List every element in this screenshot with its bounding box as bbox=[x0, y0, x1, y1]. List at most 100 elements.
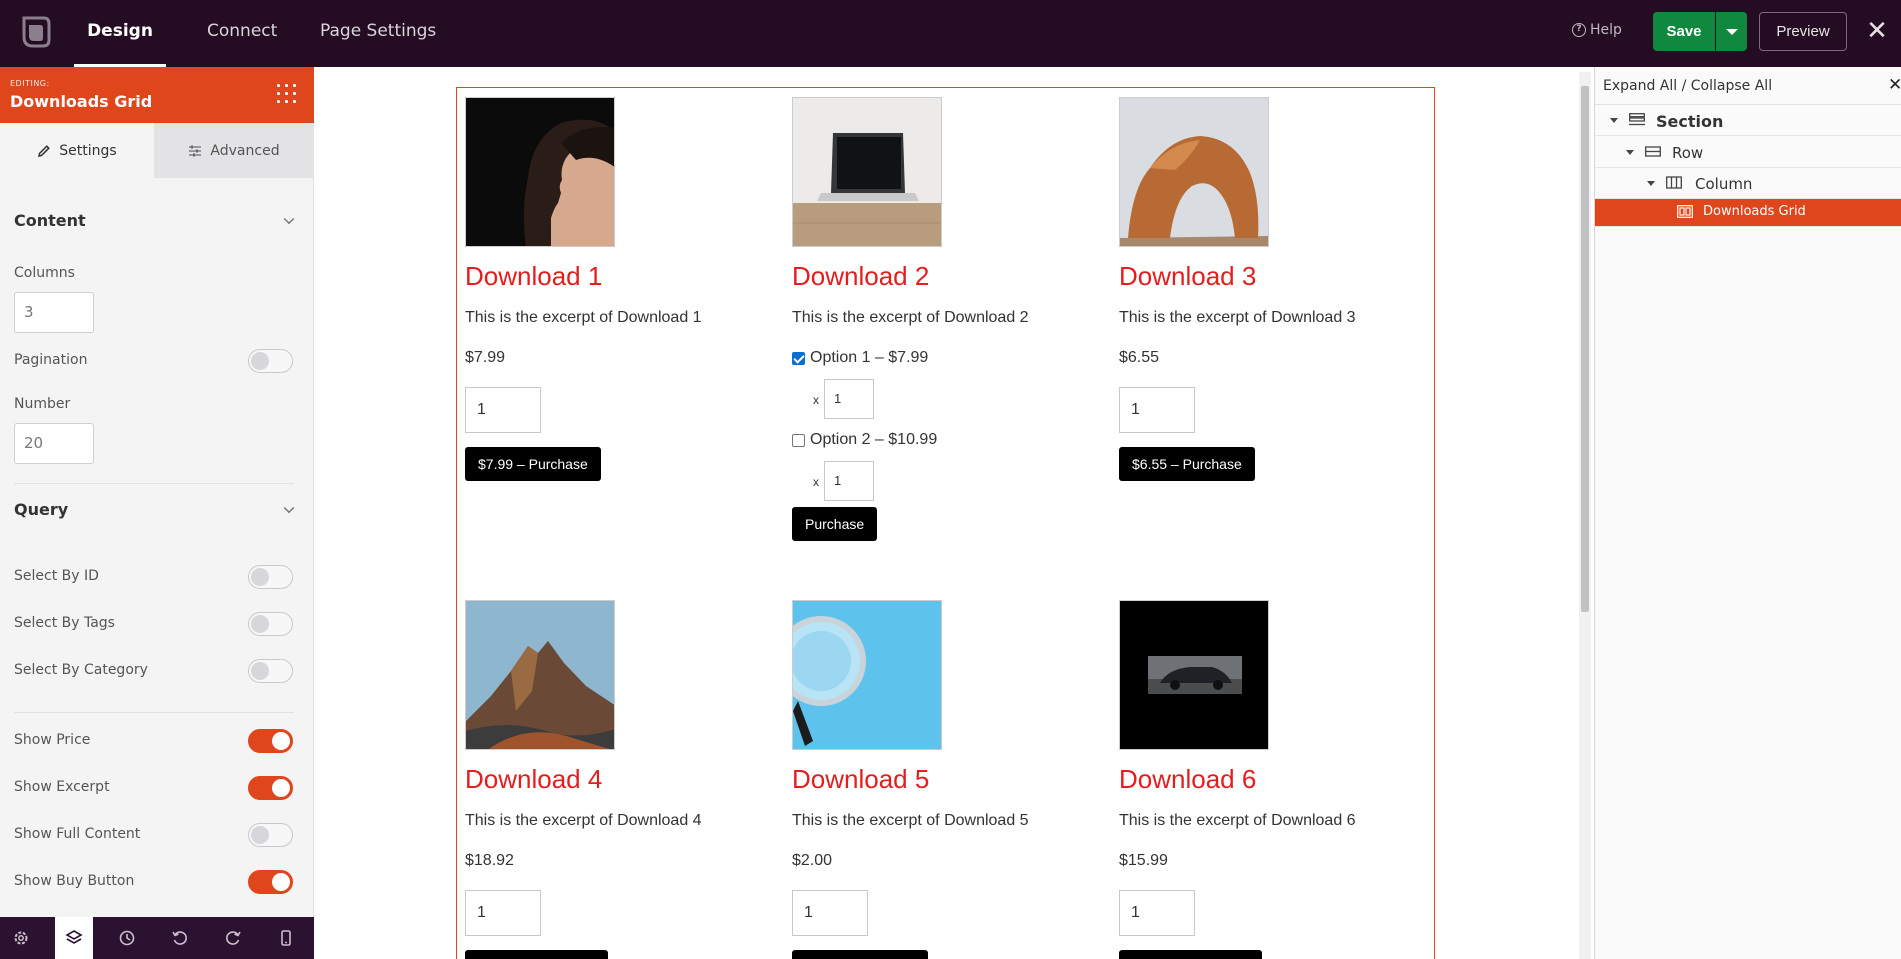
expand-triangle-icon[interactable] bbox=[1610, 118, 1618, 123]
purchase-button[interactable] bbox=[1119, 950, 1262, 959]
save-button[interactable]: Save bbox=[1653, 12, 1715, 51]
module-title: Downloads Grid bbox=[10, 92, 153, 111]
download-thumbnail-magnifier[interactable] bbox=[792, 600, 942, 750]
outline-node-section[interactable]: Section bbox=[1595, 105, 1901, 136]
option-multiplier: x bbox=[813, 475, 819, 489]
close-outline-icon[interactable]: ✕ bbox=[1888, 75, 1901, 95]
layers-icon[interactable] bbox=[55, 917, 93, 959]
tab-advanced-label: Advanced bbox=[210, 142, 280, 159]
option-quantity-input[interactable]: 1 bbox=[824, 379, 874, 419]
toggle-knob bbox=[251, 352, 269, 370]
section-icon bbox=[1629, 113, 1645, 126]
show-price-toggle[interactable] bbox=[248, 729, 293, 753]
beaver-builder-logo-icon[interactable] bbox=[18, 14, 52, 50]
outline-panel: Expand All / Collapse All ✕ Section Row … bbox=[1594, 67, 1901, 959]
download-title[interactable]: Download 4 bbox=[465, 764, 602, 795]
tab-connect[interactable]: Connect bbox=[207, 0, 277, 67]
select-by-category-toggle[interactable] bbox=[248, 659, 293, 683]
download-title[interactable]: Download 5 bbox=[792, 764, 929, 795]
drag-grip-icon[interactable] bbox=[277, 84, 299, 106]
editing-label: EDITING: bbox=[10, 79, 50, 88]
download-card: Download 6 This is the excerpt of Downlo… bbox=[1119, 600, 1439, 959]
show-price-label: Show Price bbox=[14, 732, 91, 748]
number-input[interactable]: 20 bbox=[14, 423, 94, 464]
option-checkbox[interactable] bbox=[792, 433, 805, 447]
preview-button[interactable]: Preview bbox=[1759, 12, 1847, 51]
expand-triangle-icon[interactable] bbox=[1647, 181, 1655, 186]
help-link[interactable]: ? Help bbox=[1572, 22, 1622, 38]
expand-triangle-icon[interactable] bbox=[1626, 150, 1634, 155]
settings-panel: EDITING: Downloads Grid Settings Advance… bbox=[0, 67, 314, 959]
download-price: $15.99 bbox=[1119, 852, 1168, 869]
quantity-input[interactable]: 1 bbox=[465, 387, 541, 433]
download-title[interactable]: Download 1 bbox=[465, 261, 602, 292]
gear-icon[interactable] bbox=[2, 917, 40, 959]
outline-node-column[interactable]: Column bbox=[1595, 168, 1901, 199]
undo-icon[interactable] bbox=[161, 917, 199, 959]
toggle-knob bbox=[251, 826, 269, 844]
purchase-button[interactable] bbox=[465, 950, 608, 959]
show-full-content-toggle[interactable] bbox=[248, 823, 293, 847]
settings-tabs: Settings Advanced bbox=[0, 123, 314, 178]
download-excerpt: This is the excerpt of Download 3 bbox=[1119, 309, 1356, 326]
redo-icon[interactable] bbox=[214, 917, 252, 959]
purchase-button[interactable]: $7.99 – Purchase bbox=[465, 447, 601, 481]
purchase-button[interactable]: $6.55 – Purchase bbox=[1119, 447, 1255, 481]
content-section-header[interactable]: Content bbox=[14, 211, 295, 230]
save-dropdown-button[interactable] bbox=[1716, 12, 1747, 51]
downloads-grid-module[interactable]: Download 1 This is the excerpt of Downlo… bbox=[456, 87, 1435, 959]
outline-node-row[interactable]: Row bbox=[1595, 137, 1901, 168]
divider bbox=[14, 483, 294, 484]
tab-design[interactable]: Design bbox=[74, 0, 166, 67]
query-section-title: Query bbox=[14, 500, 69, 519]
quantity-input[interactable]: 1 bbox=[1119, 890, 1195, 936]
download-thumbnail-car[interactable] bbox=[1119, 600, 1269, 750]
columns-input[interactable]: 3 bbox=[14, 292, 94, 333]
show-excerpt-toggle[interactable] bbox=[248, 776, 293, 800]
option-checkbox-checked[interactable] bbox=[792, 351, 805, 365]
download-card: Download 2 This is the excerpt of Downlo… bbox=[792, 97, 1112, 557]
select-by-tags-toggle[interactable] bbox=[248, 612, 293, 636]
download-title[interactable]: Download 6 bbox=[1119, 764, 1256, 795]
download-price: $6.55 bbox=[1119, 349, 1160, 366]
download-title[interactable]: Download 2 bbox=[792, 261, 929, 292]
canvas-scrollbar-thumb[interactable] bbox=[1581, 86, 1589, 612]
quantity-input[interactable]: 1 bbox=[792, 890, 868, 936]
expand-collapse-all-link[interactable]: Expand All / Collapse All bbox=[1603, 78, 1772, 94]
content-section-title: Content bbox=[14, 211, 86, 230]
option-quantity-input[interactable]: 1 bbox=[824, 461, 874, 501]
history-icon[interactable] bbox=[108, 917, 146, 959]
query-section-header[interactable]: Query bbox=[14, 500, 295, 519]
tab-settings[interactable]: Settings bbox=[0, 123, 154, 178]
toggle-knob bbox=[272, 873, 290, 891]
download-thumbnail-laptop[interactable] bbox=[792, 97, 942, 247]
download-thumbnail-mountain[interactable] bbox=[465, 600, 615, 750]
option-label: Option 1 – $7.99 bbox=[810, 349, 929, 366]
tab-advanced[interactable]: Advanced bbox=[154, 123, 314, 178]
outline-node-label: Section bbox=[1656, 112, 1724, 131]
show-full-content-label: Show Full Content bbox=[14, 826, 141, 842]
download-excerpt: This is the excerpt of Download 2 bbox=[792, 309, 1029, 326]
download-title[interactable]: Download 3 bbox=[1119, 261, 1256, 292]
tab-page-settings[interactable]: Page Settings bbox=[320, 0, 436, 67]
mobile-preview-icon[interactable] bbox=[267, 917, 305, 959]
download-thumbnail-woman-profile[interactable] bbox=[465, 97, 615, 247]
pagination-label: Pagination bbox=[14, 352, 88, 368]
close-icon[interactable]: ✕ bbox=[1866, 17, 1888, 45]
top-bar: Design Connect Page Settings ? Help Save… bbox=[0, 0, 1901, 67]
download-thumbnail-rock-arch[interactable] bbox=[1119, 97, 1269, 247]
pagination-toggle[interactable] bbox=[248, 349, 293, 373]
quantity-input[interactable]: 1 bbox=[465, 890, 541, 936]
show-buy-button-toggle[interactable] bbox=[248, 870, 293, 894]
select-by-id-toggle[interactable] bbox=[248, 565, 293, 589]
price-option-2[interactable]: Option 2 – $10.99 bbox=[792, 431, 937, 449]
quantity-input[interactable]: 1 bbox=[1119, 387, 1195, 433]
outline-node-downloads-grid[interactable]: Downloads Grid bbox=[1595, 199, 1901, 227]
toggle-knob bbox=[272, 779, 290, 797]
page-canvas: Download 1 This is the excerpt of Downlo… bbox=[315, 67, 1578, 959]
download-excerpt: This is the excerpt of Download 1 bbox=[465, 309, 702, 326]
toggle-knob bbox=[251, 662, 269, 680]
price-option-1[interactable]: Option 1 – $7.99 bbox=[792, 349, 928, 367]
purchase-button[interactable]: Purchase bbox=[792, 507, 878, 541]
purchase-button[interactable] bbox=[792, 950, 928, 959]
